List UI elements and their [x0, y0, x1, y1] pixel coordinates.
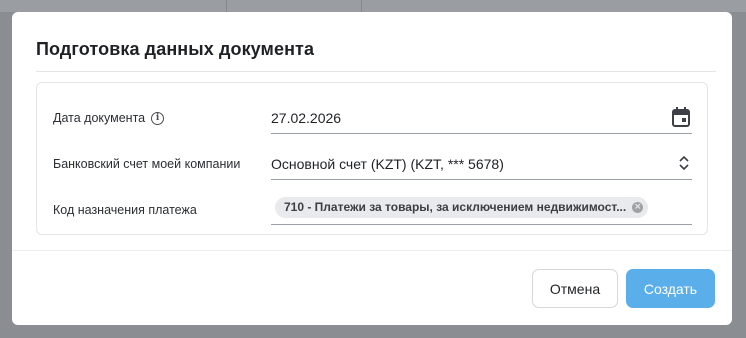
backdrop-divider — [226, 0, 227, 12]
payment-purpose-label: Код назначения платежа — [53, 203, 197, 217]
document-date-value: 27.02.2026 — [271, 110, 342, 126]
chevron-up-down-icon — [679, 155, 689, 171]
dialog-title: Подготовка данных документа — [36, 39, 315, 59]
document-date-row: Дата документа i 27.02.2026 — [37, 97, 707, 137]
create-button[interactable]: Создать — [626, 269, 715, 308]
form-card: Дата документа i 27.02.2026 Банковский с… — [36, 82, 708, 235]
payment-purpose-select[interactable]: 710 - Платежи за товары, за исключением … — [271, 193, 692, 225]
bank-account-value: Основной счет (KZT) (KZT, *** 5678) — [271, 156, 504, 172]
cancel-button[interactable]: Отмена — [532, 269, 618, 308]
close-icon[interactable]: × — [632, 202, 644, 213]
info-icon[interactable]: i — [151, 111, 165, 125]
payment-purpose-row: Код назначения платежа 710 - Платежи за … — [37, 189, 707, 229]
bank-account-label: Банковский счет моей компании — [53, 157, 240, 171]
document-data-dialog: Подготовка данных документа Дата докумен… — [12, 12, 732, 325]
document-date-label-text: Дата документа — [53, 111, 146, 125]
document-date-field[interactable]: 27.02.2026 — [271, 102, 692, 134]
backdrop-divider — [361, 0, 362, 12]
bank-account-row: Банковский счет моей компании Основной с… — [37, 143, 707, 183]
payment-purpose-label-text: Код назначения платежа — [53, 203, 197, 217]
calendar-icon[interactable] — [672, 107, 690, 127]
document-date-label: Дата документа i — [53, 111, 165, 125]
bank-account-label-text: Банковский счет моей компании — [53, 157, 241, 171]
payment-purpose-chip-text: 710 - Платежи за товары, за исключением … — [284, 200, 627, 214]
backdrop — [0, 0, 746, 12]
bank-account-select[interactable]: Основной счет (KZT) (KZT, *** 5678) — [271, 148, 692, 180]
dialog-header: Подготовка данных документа — [36, 12, 716, 72]
payment-purpose-chip: 710 - Платежи за товары, за исключением … — [275, 197, 649, 218]
dialog-footer: Отмена Создать — [12, 250, 732, 325]
